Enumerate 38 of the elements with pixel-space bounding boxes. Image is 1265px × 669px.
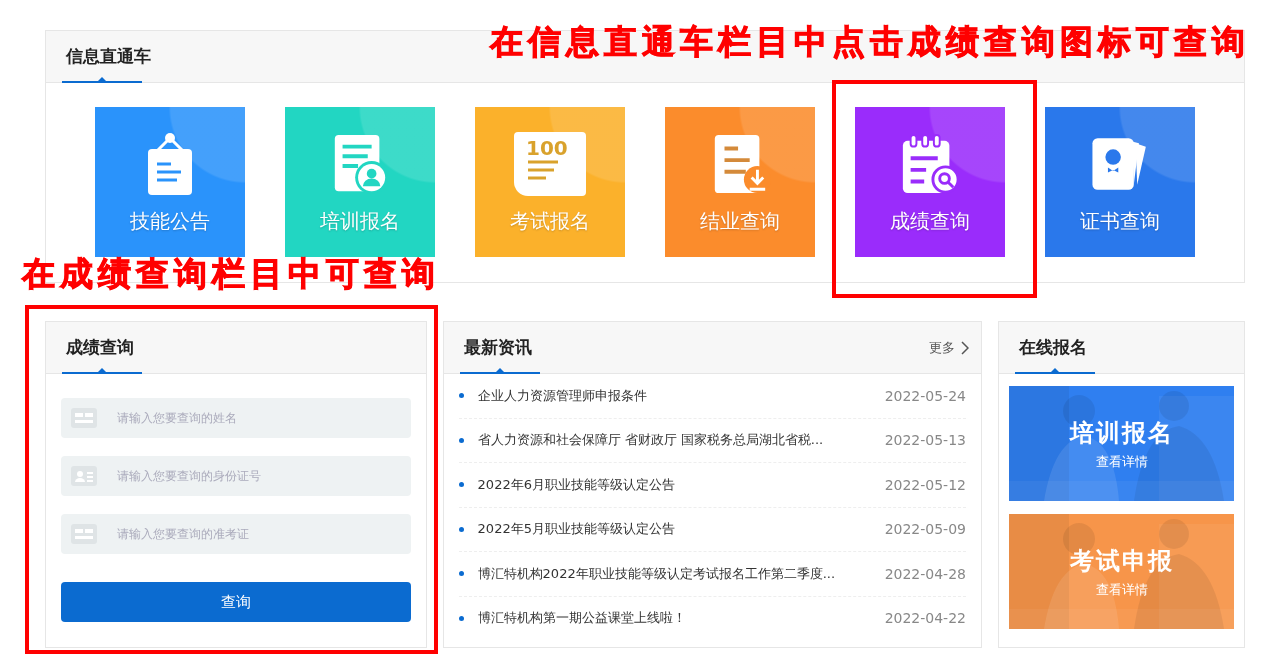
bullet-dot <box>458 482 464 488</box>
news-link[interactable]: 博汇特机构2022年职业技能等级认定考试报名工作第二季度... <box>477 564 871 583</box>
bullet-dot <box>458 615 464 621</box>
exam-paper-icon: 100 <box>514 132 586 196</box>
signup-card[interactable]: 培训报名 查看详情 <box>1009 386 1234 501</box>
chevron-right-icon <box>961 340 969 355</box>
section-title: 在线报名 <box>1019 336 1087 359</box>
news-date: 2022-05-09 <box>884 521 966 538</box>
card-title: 培训报名 <box>1069 417 1174 449</box>
annotation-text: 在信息直通车栏目中点击成绩查询图标可查询 <box>490 24 1250 61</box>
service-tile[interactable]: 成绩查询 <box>855 107 1005 257</box>
bullet-dot <box>458 571 464 577</box>
annotation-text: 在成绩查询栏目中可查询 <box>22 256 440 293</box>
news-date: 2022-04-22 <box>884 610 966 627</box>
query-button[interactable]: 查询 <box>61 582 411 622</box>
service-tile[interactable]: 证书查询 <box>1045 107 1195 257</box>
news-link[interactable]: 博汇特机构第一期公益课堂上线啦！ <box>477 609 871 628</box>
news-date: 2022-05-13 <box>884 432 966 449</box>
bullet-dot <box>458 437 464 443</box>
more-link[interactable]: 更多 <box>929 338 955 357</box>
input-field[interactable]: 请输入您要查询的身份证号 <box>61 456 411 496</box>
news-date: 2022-05-12 <box>884 476 966 493</box>
details-link[interactable]: 查看详情 <box>1095 452 1148 471</box>
section-title: 成绩查询 <box>66 336 134 359</box>
bullet-dot <box>458 393 464 399</box>
section-title: 信息直通车 <box>66 45 151 68</box>
input-field[interactable]: 请输入您要查询的姓名 <box>61 398 411 438</box>
input-field[interactable]: 请输入您要查询的准考证 <box>61 514 411 554</box>
news-link[interactable]: 2022年5月职业技能等级认定公告 <box>477 520 871 539</box>
news-link[interactable]: 2022年6月职业技能等级认定公告 <box>477 475 871 494</box>
service-tile[interactable]: 技能公告 <box>95 107 245 257</box>
news-date: 2022-05-24 <box>884 387 966 404</box>
card-title: 考试申报 <box>1069 545 1174 577</box>
section-title: 最新资讯 <box>463 336 532 359</box>
news-link[interactable]: 企业人力资源管理师申报条件 <box>477 386 871 405</box>
bullet-dot <box>458 526 464 532</box>
news-link[interactable]: 省人力资源和社会保障厅 省财政厅 国家税务总局湖北省税... <box>477 431 871 450</box>
news-date: 2022-04-28 <box>884 565 966 582</box>
